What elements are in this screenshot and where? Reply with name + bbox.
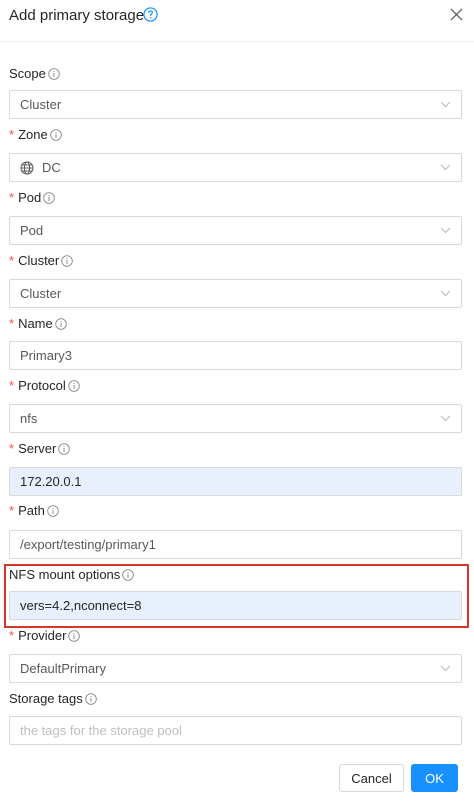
dialog-header: Add primary storage [0,0,474,42]
path-label-text: Path [18,503,45,518]
info-circle-icon[interactable] [43,191,55,204]
zone-value: DC [42,160,61,175]
provider-label-text: Provider [18,628,67,643]
zone-label: * Zone [9,127,62,142]
nfs-mount-options-input[interactable]: vers=4.2,nconnect=8 [9,591,462,620]
info-circle-icon[interactable] [54,317,67,330]
info-circle-icon[interactable] [48,67,60,80]
scope-label-text: Scope [9,66,46,81]
zone-select[interactable]: DC [9,153,462,182]
required-asterisk: * [9,190,15,205]
path-label: * Path [9,503,59,518]
name-label: * Name [9,316,67,331]
storage-tags-label-text: Storage tags [9,691,83,706]
zone-label-text: Zone [18,127,48,142]
path-value: /export/testing/primary1 [20,537,156,552]
info-circle-icon[interactable] [61,254,74,267]
required-asterisk: * [9,378,15,393]
server-value: 172.20.0.1 [20,474,82,489]
info-circle-icon[interactable] [49,128,62,141]
close-icon[interactable] [450,8,463,21]
dialog-title: Add primary storage [9,7,145,24]
server-label-text: Server [18,441,57,456]
info-circle-icon[interactable] [84,692,97,705]
protocol-value: nfs [20,411,38,426]
required-asterisk: * [9,316,15,331]
pod-select[interactable]: Pod [9,216,462,245]
server-label: * Server [9,441,71,456]
path-input[interactable]: /export/testing/primary1 [9,530,462,559]
server-input[interactable]: 172.20.0.1 [9,467,462,496]
provider-value: DefaultPrimary [20,661,106,676]
protocol-select[interactable]: nfs [9,404,462,433]
info-circle-icon[interactable] [122,568,135,581]
protocol-label-text: Protocol [18,378,66,393]
cluster-value: Cluster [20,286,62,301]
pod-value: Pod [20,223,44,238]
chevron-down-icon [440,415,451,422]
info-circle-icon[interactable] [68,629,81,642]
cluster-label: * Cluster [9,253,74,268]
chevron-down-icon [440,290,451,297]
chevron-down-icon [440,164,451,171]
storage-tags-label: Storage tags [9,691,97,706]
required-asterisk: * [9,441,15,456]
cancel-button[interactable]: Cancel [339,764,404,792]
scope-label: Scope [9,66,60,81]
chevron-down-icon [440,227,451,234]
info-circle-icon[interactable] [68,379,80,392]
question-circle-icon[interactable] [143,7,158,22]
scope-select[interactable]: Cluster [9,90,462,119]
name-input[interactable]: Primary3 [9,341,462,370]
nfs-mount-options-label-text: NFS mount options [9,567,121,582]
required-asterisk: * [9,253,15,268]
info-circle-icon[interactable] [58,442,71,455]
provider-select[interactable]: DefaultPrimary [9,654,462,683]
ok-button[interactable]: OK [411,764,458,792]
scope-value: Cluster [20,97,62,112]
nfs-mount-options-value: vers=4.2,nconnect=8 [20,598,142,613]
nfs-mount-options-label: NFS mount options [9,567,135,582]
provider-label: * Provider [9,628,81,643]
required-asterisk: * [9,503,15,518]
required-asterisk: * [9,628,15,643]
cluster-label-text: Cluster [18,253,60,268]
chevron-down-icon [440,101,451,108]
name-value: Primary3 [20,348,73,363]
pod-label: * Pod [9,190,55,205]
chevron-down-icon [440,665,451,672]
globe-icon [20,161,34,174]
protocol-label: * Protocol [9,378,80,393]
name-label-text: Name [18,316,53,331]
cluster-select[interactable]: Cluster [9,279,462,308]
required-asterisk: * [9,127,15,142]
storage-tags-placeholder: the tags for the storage pool [20,723,182,738]
storage-tags-input[interactable]: the tags for the storage pool [9,716,462,745]
info-circle-icon[interactable] [47,504,59,517]
pod-label-text: Pod [18,190,42,205]
